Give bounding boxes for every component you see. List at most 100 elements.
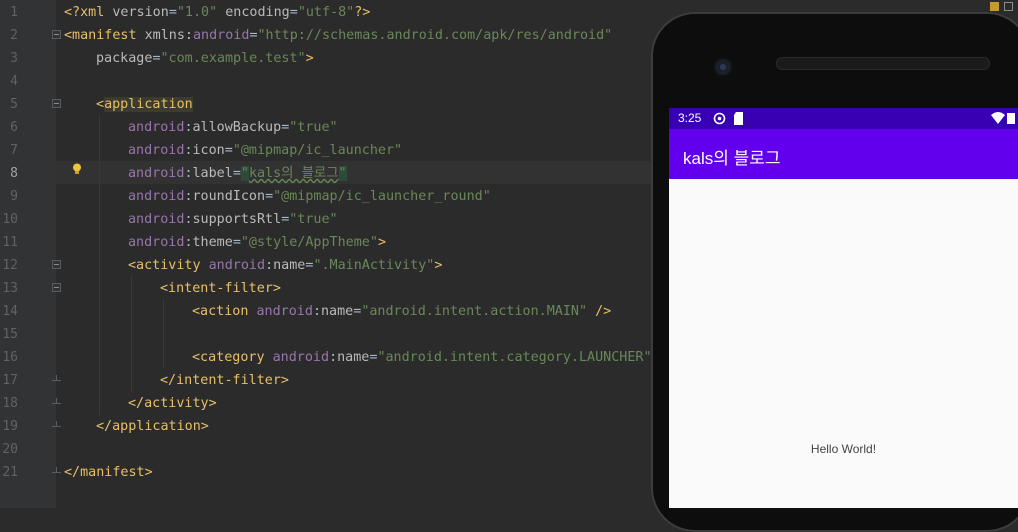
code-line-1[interactable]: <?xml version="1.0" encoding="utf-8"?> (64, 1, 370, 24)
line-number: 19 (2, 419, 18, 434)
token: "android.intent.action.MAIN" (361, 304, 588, 319)
token: "1.0" (176, 5, 218, 20)
hello-world-text: Hello World! (810, 442, 877, 456)
line-number-current: 8 (10, 166, 18, 181)
token: allowBackup (192, 120, 282, 135)
code-line-13[interactable]: <intent-filter> (160, 277, 281, 300)
token: android (128, 166, 185, 181)
token: </activity> (128, 396, 217, 411)
token: <manifest (64, 28, 145, 43)
sync-icon (713, 112, 726, 125)
token: : (312, 304, 321, 319)
token: " (240, 166, 249, 181)
code-line-14[interactable]: <action android:name="android.intent.act… (192, 300, 611, 323)
token: <action (192, 304, 257, 319)
token: name (337, 350, 370, 365)
fold-end-marker-icon[interactable] (52, 398, 61, 407)
code-line-9[interactable]: android:roundIcon="@mipmap/ic_launcher_r… (128, 185, 491, 208)
fold-marker-icon[interactable] (52, 30, 61, 39)
token: ".MainActivity" (313, 258, 435, 273)
token: > (377, 235, 386, 250)
token: " (338, 166, 347, 181)
token: = (168, 5, 177, 20)
code-line-18[interactable]: </activity> (128, 392, 217, 415)
token: name (321, 304, 354, 319)
line-number: 20 (2, 442, 18, 457)
line-number: 11 (2, 235, 18, 250)
token: android (128, 189, 185, 204)
token: icon (192, 143, 225, 158)
fold-end-marker-icon[interactable] (52, 375, 61, 384)
token: label (192, 166, 233, 181)
label-value: kals의 블로그 (248, 166, 339, 181)
token: supportsRtl (192, 212, 282, 227)
token: ?> (354, 5, 371, 20)
sd-card-icon (734, 112, 743, 125)
code-line-16[interactable]: <category android:name="android.intent.c… (192, 346, 652, 369)
status-time: 3:25 (678, 111, 702, 125)
token: "@mipmap/ic_launcher_round" (273, 189, 491, 204)
code-line-8[interactable]: android:label="kals의 블로그" (128, 162, 347, 185)
fold-marker-icon[interactable] (52, 260, 61, 269)
status-bar: 3:25 (669, 108, 1018, 129)
token: <activity (128, 258, 209, 273)
line-number: 17 (2, 373, 18, 388)
token: android (128, 143, 185, 158)
token: : (184, 189, 193, 204)
code-line-10[interactable]: android:supportsRtl="true" (128, 208, 338, 231)
line-number: 16 (2, 350, 18, 365)
token: = (224, 143, 233, 158)
token: > (434, 258, 443, 273)
code-line-17[interactable]: </intent-filter> (160, 369, 289, 392)
fold-end-marker-icon[interactable] (52, 421, 61, 430)
line-number: 14 (2, 304, 18, 319)
code-line-7[interactable]: android:icon="@mipmap/ic_launcher" (128, 139, 402, 162)
token: "true" (289, 120, 338, 135)
token: = (152, 51, 161, 66)
fold-marker-icon[interactable] (52, 99, 61, 108)
code-line-6[interactable]: android:allowBackup="true" (128, 116, 338, 139)
token: : (184, 212, 193, 227)
token: : (184, 235, 193, 250)
code-line-21[interactable]: </manifest> (64, 461, 153, 484)
lightbulb-icon[interactable] (72, 163, 82, 175)
line-number: 5 (10, 97, 18, 112)
emulator-screen[interactable]: 3:25 kals의 블로그 Hello World! (669, 108, 1018, 508)
speaker-icon (776, 57, 990, 70)
fold-end-marker-icon[interactable] (52, 467, 61, 476)
toolbar-toggle-icon[interactable] (1004, 2, 1013, 11)
token: "@mipmap/ic_launcher" (232, 143, 403, 158)
token: android (128, 235, 185, 250)
code-line-19[interactable]: </application> (96, 415, 209, 438)
token: : (329, 350, 338, 365)
token: package (96, 51, 153, 66)
token: : (184, 120, 193, 135)
line-number: 6 (10, 120, 18, 135)
token: "com.example.test" (160, 51, 306, 66)
code-line-3[interactable]: package="com.example.test"> (96, 47, 314, 70)
line-number: 10 (2, 212, 18, 227)
fold-marker-icon[interactable] (52, 283, 61, 292)
token: </application> (96, 419, 209, 434)
token: android (193, 28, 250, 43)
app-title: kals의 블로그 (683, 149, 781, 168)
code-line-11[interactable]: android:theme="@style/AppTheme"> (128, 231, 386, 254)
indent-guide (163, 299, 164, 369)
token: android (128, 212, 185, 227)
camera-icon (713, 57, 733, 77)
indent-guide (99, 115, 100, 415)
token: application (104, 97, 193, 112)
code-line-12[interactable]: <activity android:name=".MainActivity"> (128, 254, 442, 277)
token: = (265, 189, 274, 204)
line-number: 4 (10, 74, 18, 89)
line-number: 1 (10, 5, 18, 20)
indent-guide (131, 276, 132, 392)
token: android (128, 120, 185, 135)
line-number: 13 (2, 281, 18, 296)
token: android (256, 304, 313, 319)
code-line-5[interactable]: <application (96, 93, 193, 116)
token: version (112, 5, 169, 20)
token: "@style/AppTheme" (240, 235, 378, 250)
code-line-2[interactable]: <manifest xmlns:android="http://schemas.… (64, 24, 612, 47)
toolbar-indicator-icon[interactable] (990, 2, 999, 11)
